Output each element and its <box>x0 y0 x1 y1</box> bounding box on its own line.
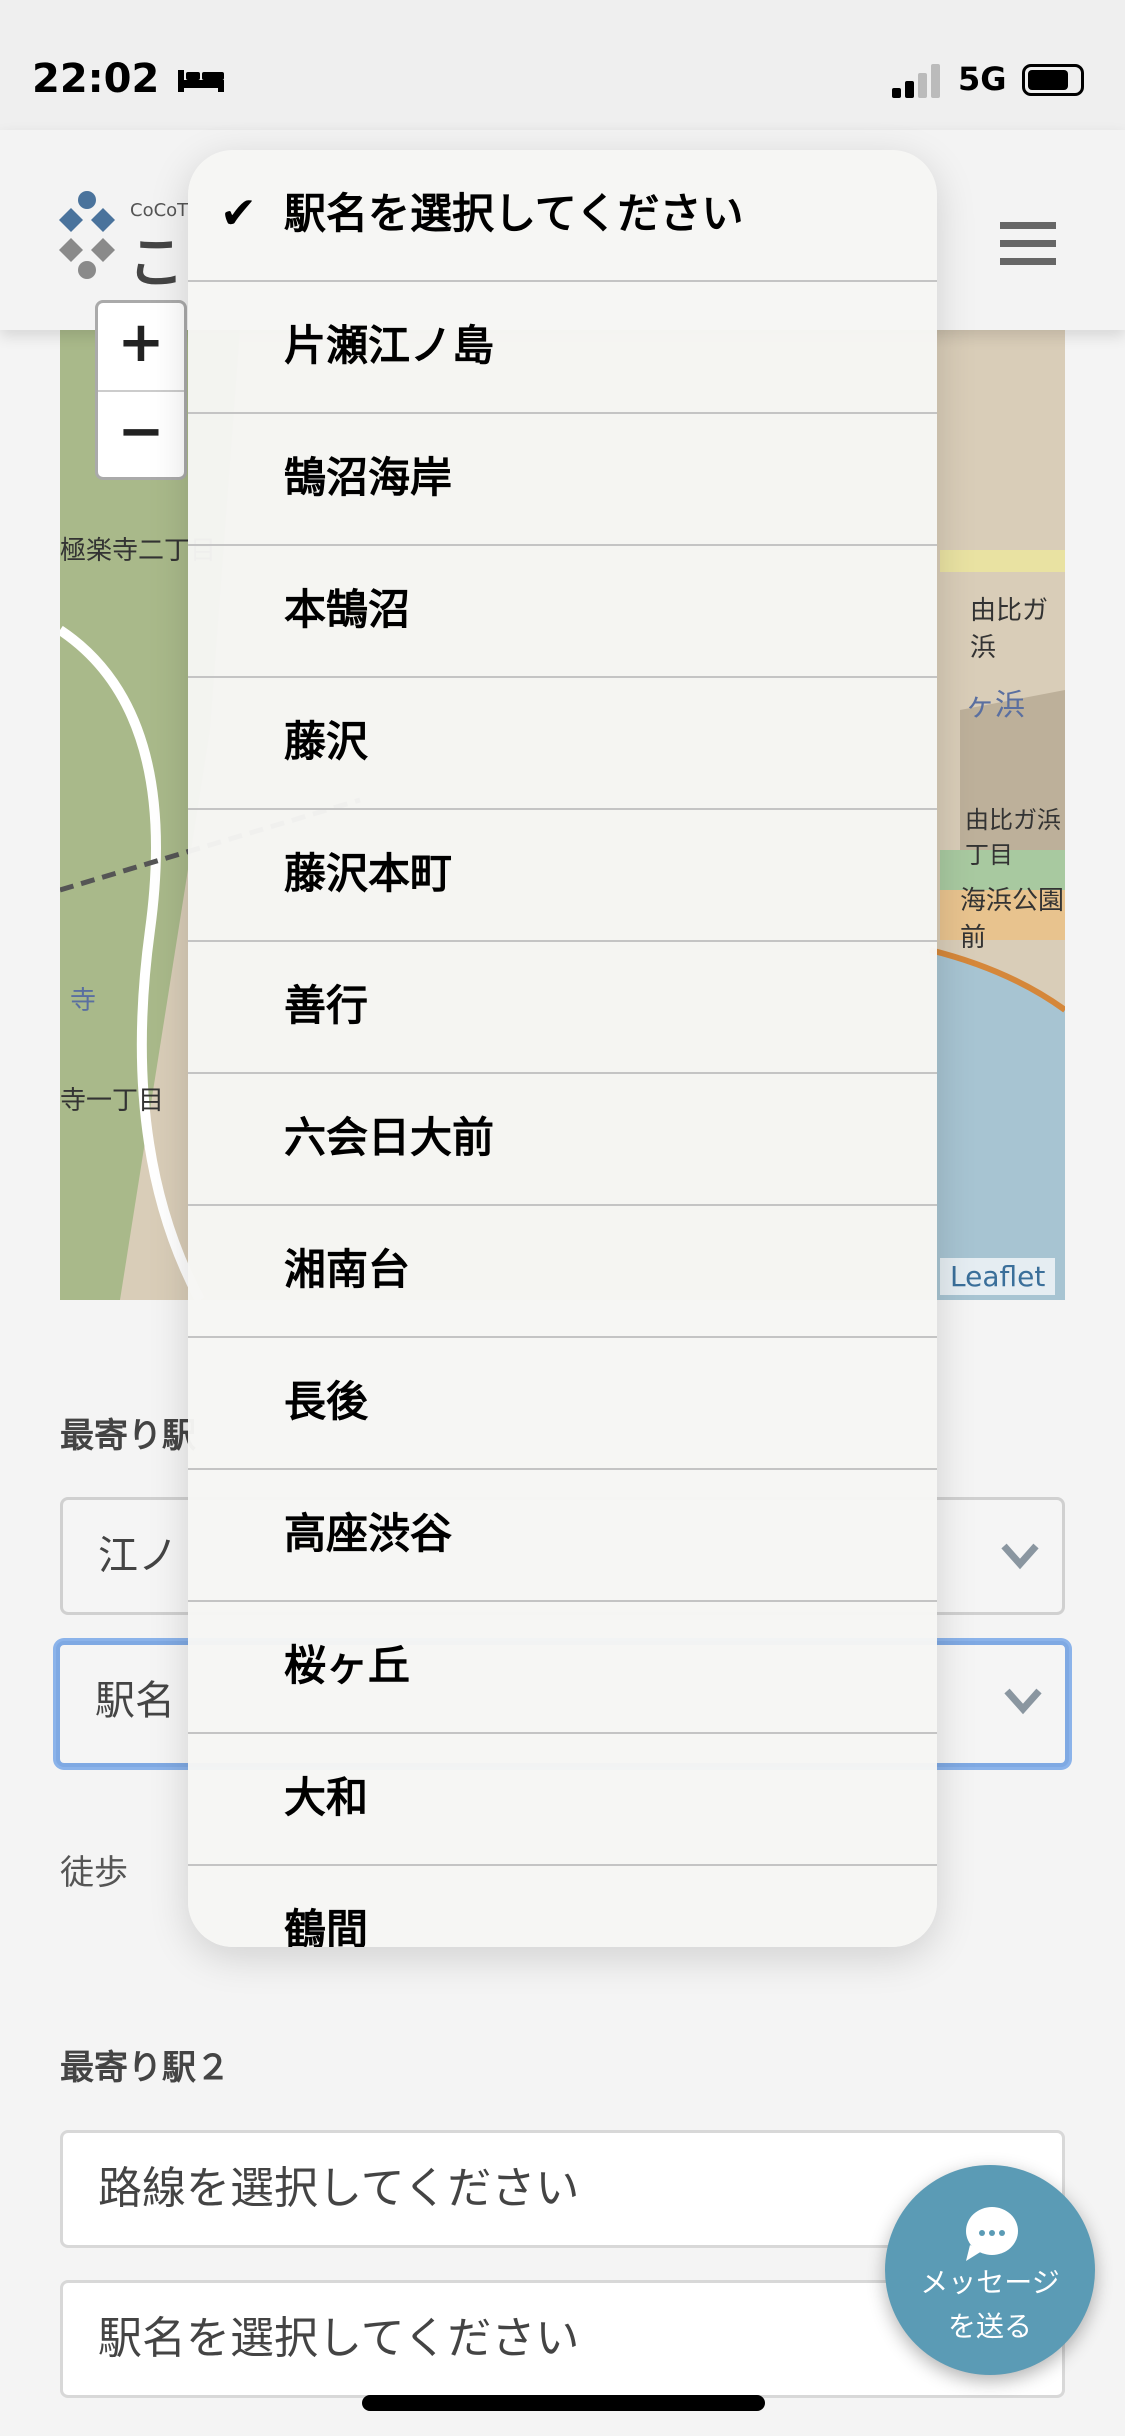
walk-label: 徒歩 <box>60 1853 128 1893</box>
dropdown-option-selected[interactable]: ✔ 駅名を選択してください <box>188 150 937 282</box>
battery-icon <box>1022 64 1084 96</box>
logo-icon <box>59 191 115 279</box>
send-message-button[interactable]: メッセージ を送る <box>885 2165 1095 2375</box>
map-attribution-link[interactable]: Leaflet <box>940 1258 1056 1295</box>
dropdown-option[interactable]: 藤沢 <box>188 678 937 810</box>
checkmark-icon: ✔ <box>220 188 257 239</box>
select-value: 駅名 <box>95 1678 175 1724</box>
dropdown-option[interactable]: 桜ヶ丘 <box>188 1602 937 1734</box>
dropdown-option[interactable]: 長後 <box>188 1338 937 1470</box>
dropdown-option[interactable]: 鵠沼海岸 <box>188 414 937 546</box>
dropdown-option[interactable]: 本鵠沼 <box>188 546 937 678</box>
map-label: 寺一丁目 <box>60 1086 165 1116</box>
dropdown-option[interactable]: 高座渋谷 <box>188 1470 937 1602</box>
map-zoom-control: + − <box>95 300 187 480</box>
dropdown-option[interactable]: 善行 <box>188 942 937 1074</box>
dropdown-option[interactable]: 片瀬江ノ島 <box>188 282 937 414</box>
network-type: 5G <box>958 60 1007 98</box>
chat-label-line2: を送る <box>947 2310 1032 2343</box>
station2-label: 最寄り駅２ <box>60 2048 230 2088</box>
zoom-out-button[interactable]: − <box>98 390 184 477</box>
select-value: 江ノ <box>98 1533 178 1579</box>
dropdown-option[interactable]: 鶴間 <box>188 1866 937 1947</box>
chat-bubble-icon <box>966 2207 1018 2261</box>
dropdown-option[interactable]: 湘南台 <box>188 1206 937 1338</box>
hamburger-icon[interactable] <box>1000 222 1056 266</box>
map-label: 由比ガ浜 <box>970 596 1049 663</box>
chevron-down-icon <box>1004 1688 1042 1715</box>
dropdown-option[interactable]: 大和 <box>188 1734 937 1866</box>
dropdown-option[interactable]: 藤沢本町 <box>188 810 937 942</box>
signal-icon <box>892 64 940 98</box>
station-picker-dropdown[interactable]: ✔ 駅名を選択してください 片瀬江ノ島 鵠沼海岸 本鵠沼 藤沢 藤沢本町 善行 六会日大前 湘南… <box>188 150 937 1947</box>
chat-label-line1: メッセージ <box>920 2266 1060 2299</box>
zoom-in-button[interactable]: + <box>98 303 184 390</box>
chevron-down-icon <box>1001 1543 1039 1570</box>
station1-label: 最寄り駅 <box>60 1416 196 1456</box>
option-label: 駅名を選択してください <box>284 189 744 238</box>
bed-icon <box>178 70 224 92</box>
map-label: 由比ガ浜丁目 <box>965 806 1061 869</box>
logo-text: こ <box>128 231 184 296</box>
map-label: 寺 <box>70 986 97 1016</box>
status-bar: 22:02 5G <box>0 0 1125 130</box>
dropdown-option[interactable]: 六会日大前 <box>188 1074 937 1206</box>
home-indicator <box>362 2395 765 2411</box>
map-label: ヶ浜 <box>965 688 1025 723</box>
map-label: 海浜公園前 <box>960 886 1065 953</box>
clock: 22:02 <box>32 56 160 102</box>
